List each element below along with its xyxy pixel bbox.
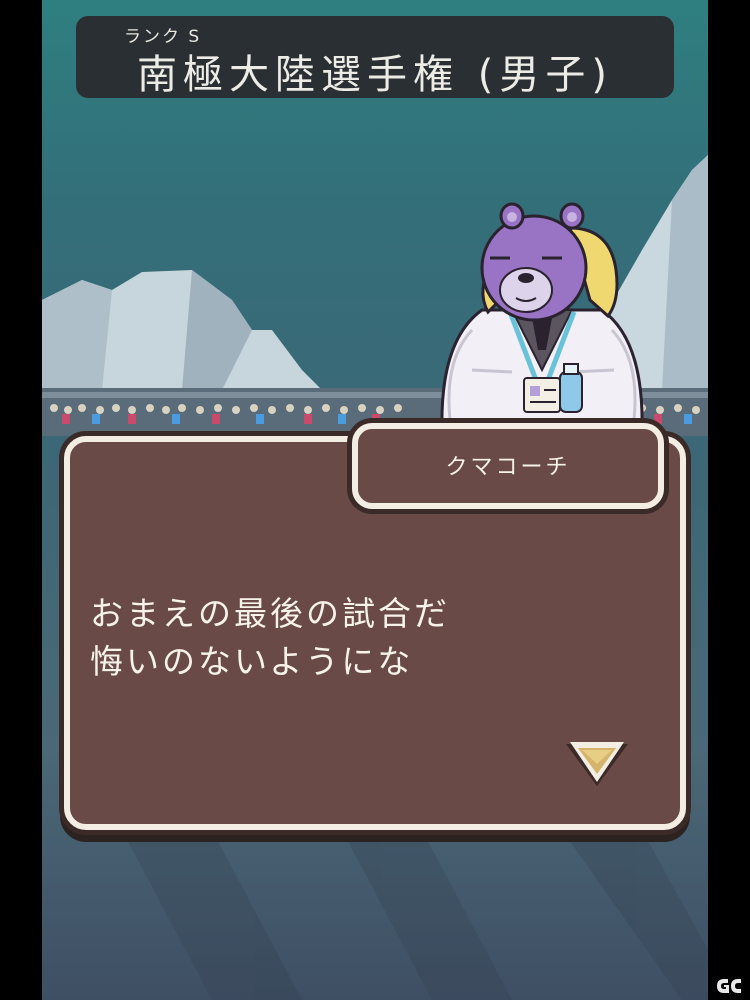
dialog-line-2: 悔いのないようにな	[90, 642, 414, 681]
game-screen: ランク S 南極大陸選手権 (男子) クマコーチ おまえの最後の試合だ 悔いのな…	[42, 0, 708, 1000]
game-logo-icon	[717, 979, 741, 993]
tournament-banner: ランク S 南極大陸選手権 (男子)	[76, 16, 674, 98]
iceberg-left	[42, 270, 322, 390]
bear-coach-icon	[440, 202, 644, 432]
dialog-message: おまえの最後の試合だ 悔いのないようにな	[90, 590, 450, 686]
triangle-down-icon[interactable]	[562, 740, 632, 792]
speaker-name: クマコーチ	[445, 455, 571, 480]
tournament-title: 南極大陸選手権 (男子)	[137, 52, 613, 98]
ice-floor	[122, 830, 708, 1000]
speaker-name-box: クマコーチ	[352, 423, 664, 509]
dialog-line-1: おまえの最後の試合だ	[90, 594, 450, 633]
